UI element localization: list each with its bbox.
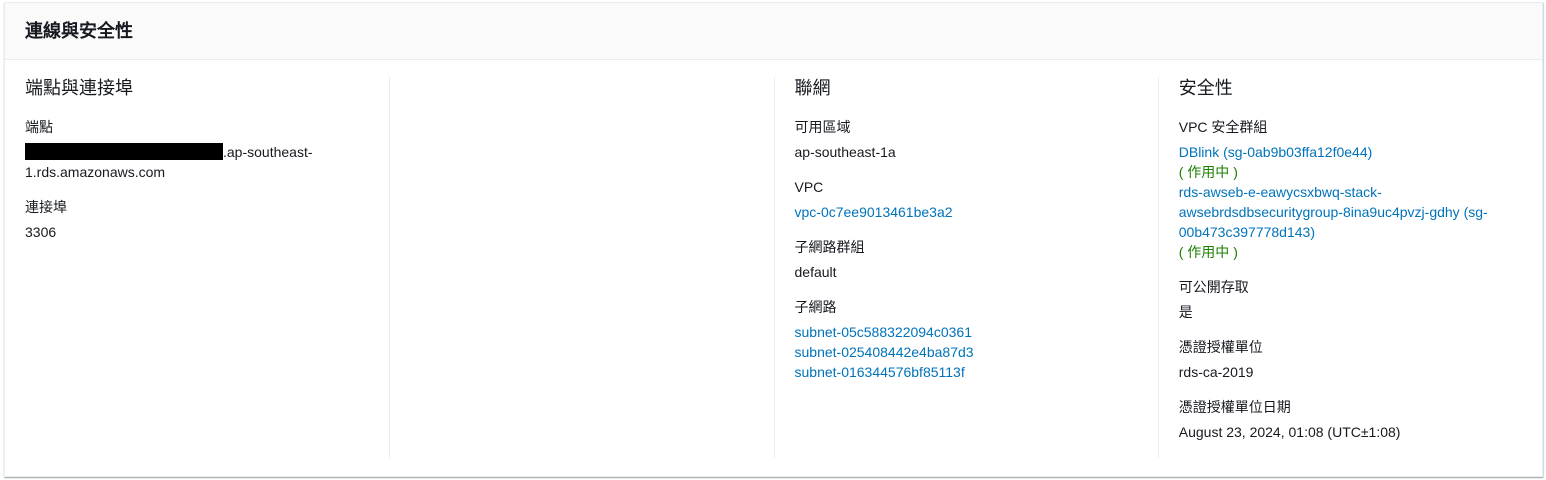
security-column: 安全性 VPC 安全群組 DBlink (sg-0ab9b03ffa12f0e4… [1157,77,1542,458]
subnet-group-label: 子網路群組 [794,239,865,255]
section-title: 端點與連接埠 [25,78,133,98]
port-value: 3306 [25,224,57,240]
empty-column [389,77,773,458]
connectivity-security-panel: 連線與安全性 端點與連接埠 端點 .ap-southeast- 1.rds.ama… [4,2,1543,477]
vpc-link[interactable]: vpc-0c7ee9013461be3a2 [795,202,1138,222]
ca-date-value: August 23, 2024, 01:08 (UTC±1:08) [1178,424,1401,440]
security-group-link[interactable]: rds-awseb-e-eawycsxbwq-stack-awsebrdsdbs… [1179,182,1522,242]
security-groups-label: VPC 安全群組 [1178,119,1268,135]
endpoint-port-column: 端點與連接埠 端點 .ap-southeast- 1.rds.amazonaws.… [5,77,389,458]
port-label: 連接埠 [25,199,67,215]
subnet-link[interactable]: subnet-05c588322094c0361 [795,322,1138,342]
ca-date-label: 憑證授權單位日期 [1178,399,1291,415]
az-label: 可用區域 [794,119,851,135]
redacted-block [25,143,223,160]
subnet-group-value: default [794,264,837,280]
ca-value: rds-ca-2019 [1178,364,1254,380]
security-group-link[interactable]: DBlink (sg-0ab9b03ffa12f0e44) [1179,142,1522,162]
subnet-link[interactable]: subnet-025408442e4ba87d3 [795,342,1138,362]
panel-header: 連線與安全性 [5,3,1542,60]
status-badge: ( 作用中 ) [1178,164,1238,180]
networking-column: 聯網 可用區域 ap-southeast-1a VPC vpc-0c7ee901… [773,77,1158,458]
ca-label: 憑證授權單位 [1178,339,1263,355]
endpoint-value: .ap-southeast- 1.rds.amazonaws.com [25,143,313,180]
endpoint-label: 端點 [25,119,53,135]
public-access-value: 是 [1178,304,1193,320]
section-title: 安全性 [1178,78,1233,98]
public-access-label: 可公開存取 [1178,279,1249,295]
vpc-label: VPC [794,179,824,195]
subnets-label: 子網路 [794,299,837,315]
status-badge: ( 作用中 ) [1178,244,1238,260]
section-title: 聯網 [794,78,831,98]
az-value: ap-southeast-1a [794,144,896,160]
subnet-link[interactable]: subnet-016344576bf85113f [795,362,1138,382]
panel-title: 連線與安全性 [25,21,133,41]
